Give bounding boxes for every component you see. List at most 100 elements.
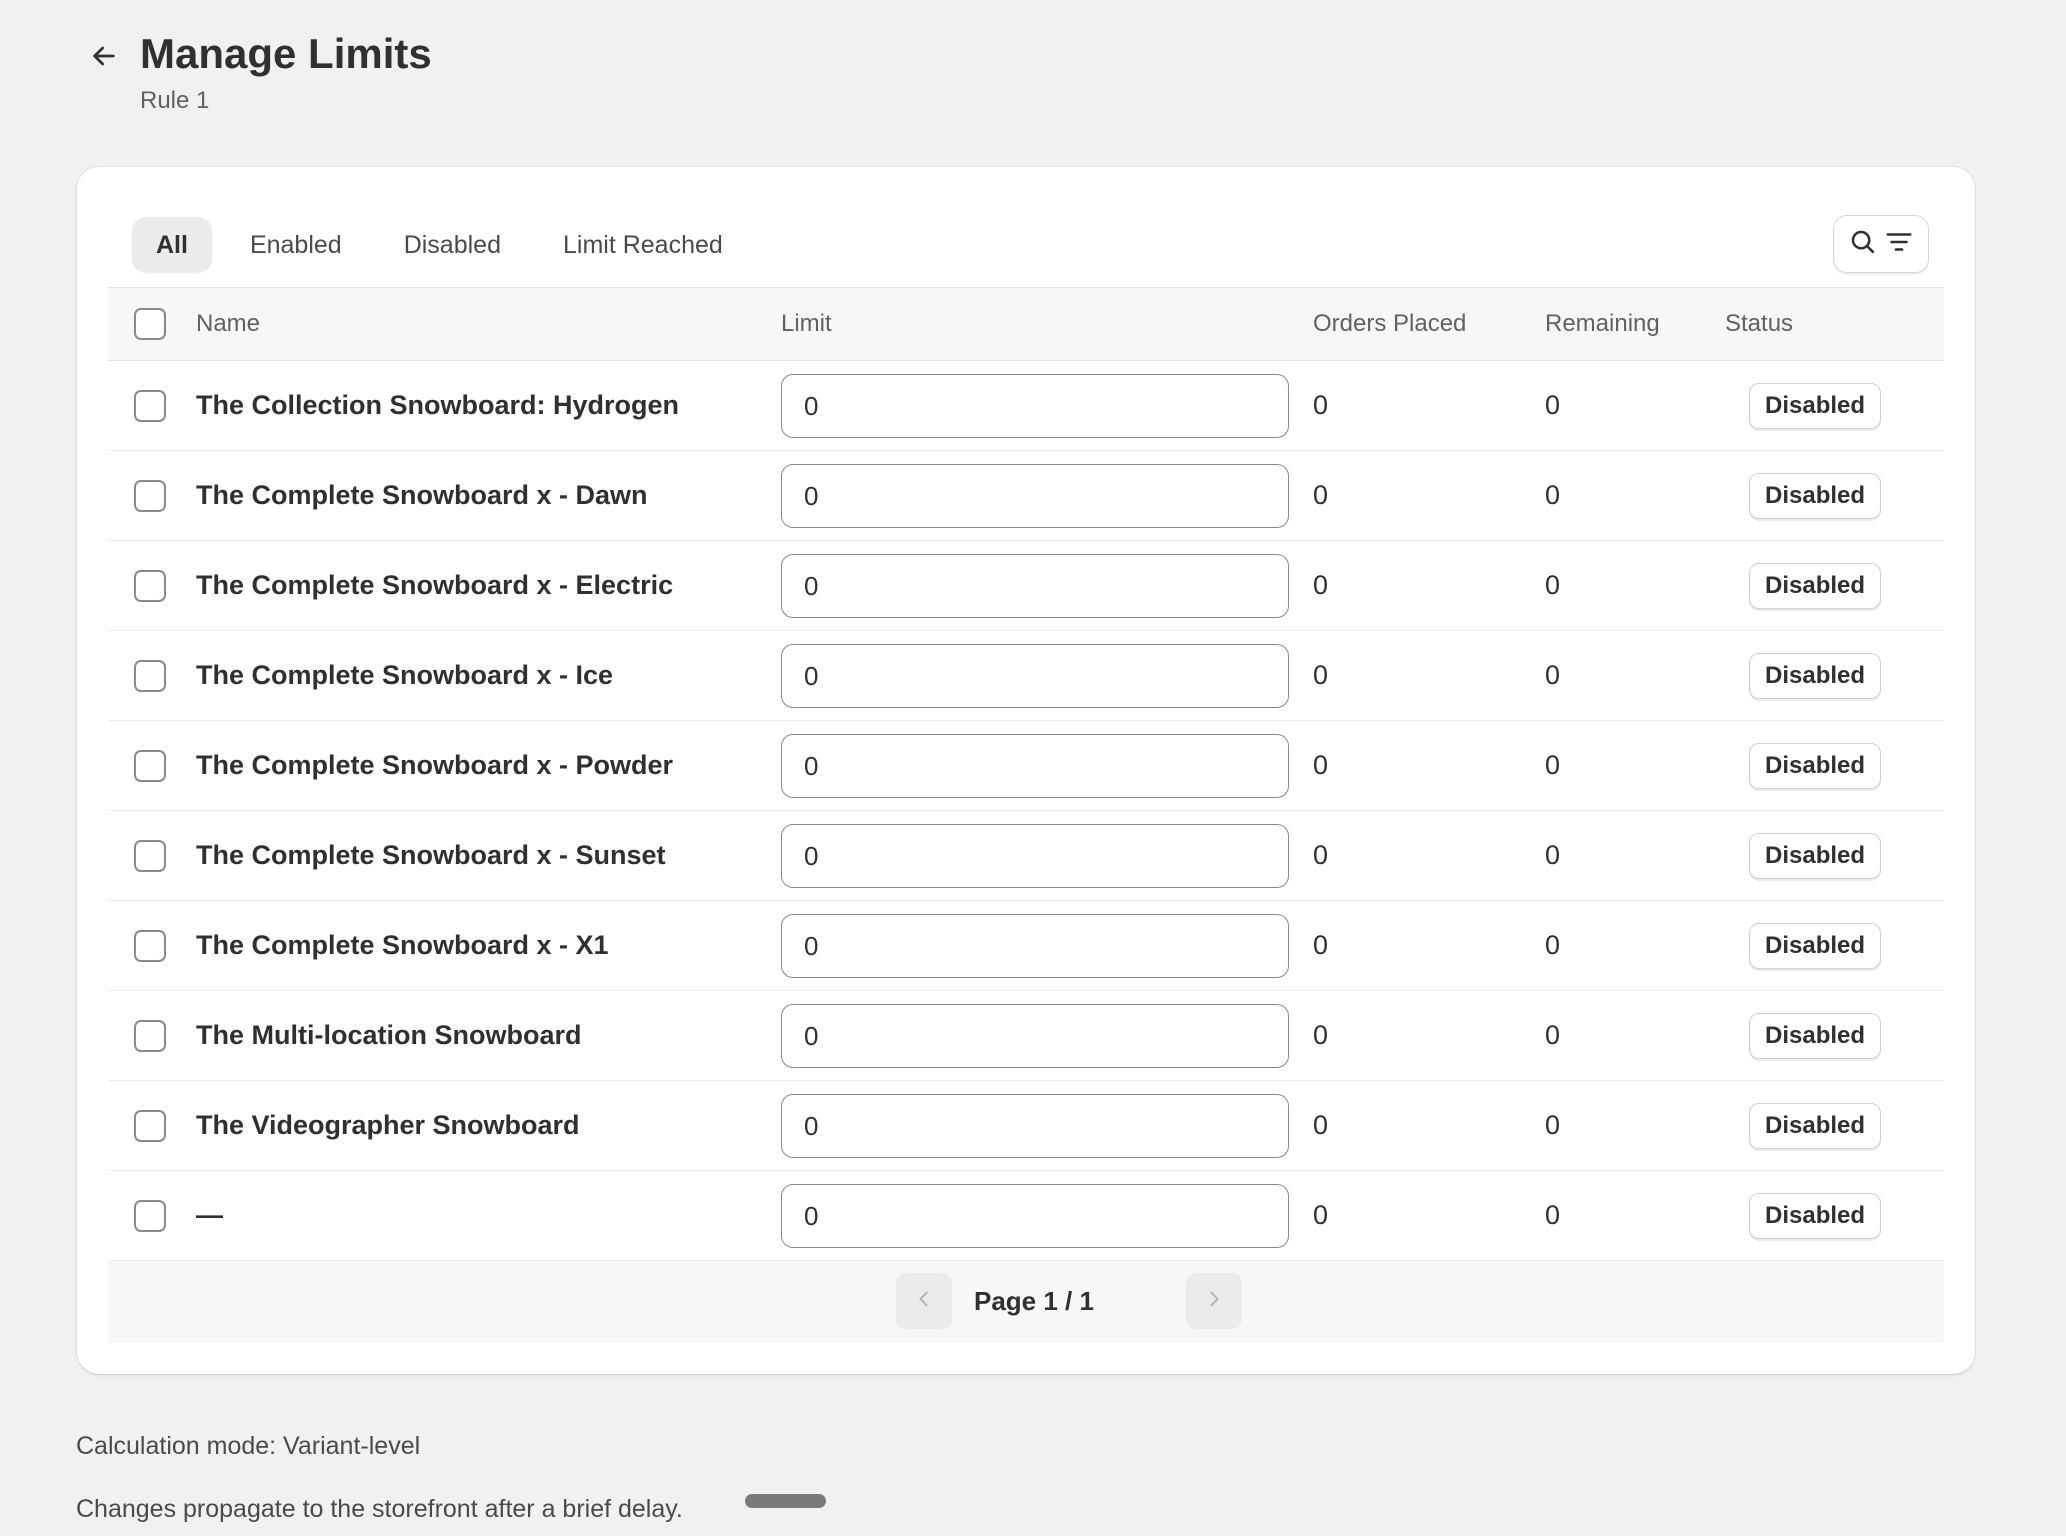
row-checkbox[interactable] bbox=[134, 479, 166, 512]
remaining-value: 0 bbox=[1545, 569, 1561, 600]
search-icon bbox=[1848, 227, 1878, 262]
table-row: The Complete Snowboard x - Sunset 0 0 Disab… bbox=[108, 811, 1944, 901]
orders-placed-value: 0 bbox=[1313, 1199, 1329, 1230]
status-badge[interactable]: Disabled bbox=[1749, 743, 1882, 789]
row-checkbox[interactable] bbox=[134, 389, 166, 422]
status-badge[interactable]: Disabled bbox=[1749, 563, 1882, 609]
table-row: The Multi-location Snowboard 0 0 Disabled bbox=[108, 991, 1944, 1081]
limit-input[interactable] bbox=[781, 644, 1289, 708]
remaining-value: 0 bbox=[1545, 929, 1561, 960]
table-row: The Complete Snowboard x - Electric 0 0 Dis… bbox=[108, 541, 1944, 631]
status-badge[interactable]: Disabled bbox=[1749, 1193, 1882, 1239]
status-badge[interactable]: Disabled bbox=[1749, 383, 1882, 429]
table-row: The Complete Snowboard x - Ice 0 0 Disabled bbox=[108, 631, 1944, 721]
status-badge[interactable]: Disabled bbox=[1749, 923, 1882, 969]
column-header-remaining[interactable]: Remaining bbox=[1545, 288, 1660, 360]
page-indicator: Page 1 / 1 bbox=[974, 1285, 1094, 1316]
remaining-value: 0 bbox=[1545, 479, 1561, 510]
remaining-value: 0 bbox=[1545, 389, 1561, 420]
table-body: The Collection Snowboard: Hydrogen 0 0 Disa… bbox=[108, 361, 1944, 1261]
limit-input[interactable] bbox=[781, 1094, 1289, 1158]
next-page-button[interactable] bbox=[1186, 1273, 1242, 1329]
product-name: The Complete Snowboard x - Ice bbox=[196, 659, 614, 690]
limit-input[interactable] bbox=[781, 374, 1289, 438]
orders-placed-value: 0 bbox=[1313, 839, 1329, 870]
page-title: Manage Limits bbox=[140, 30, 432, 77]
limit-input[interactable] bbox=[781, 914, 1289, 978]
limits-card: All Enabled Disabled Limit Reached Name … bbox=[77, 167, 1975, 1374]
product-name: — bbox=[196, 1199, 223, 1230]
column-header-name[interactable]: Name bbox=[196, 288, 260, 360]
product-name: The Multi-location Snowboard bbox=[196, 1019, 582, 1050]
status-badge[interactable]: Disabled bbox=[1749, 473, 1882, 519]
orders-placed-value: 0 bbox=[1313, 1109, 1329, 1140]
remaining-value: 0 bbox=[1545, 1109, 1561, 1140]
row-checkbox[interactable] bbox=[134, 1109, 166, 1142]
previous-page-button[interactable] bbox=[896, 1273, 952, 1329]
chevron-left-icon bbox=[913, 1288, 935, 1315]
row-checkbox[interactable] bbox=[134, 569, 166, 602]
product-name: The Complete Snowboard x - Powder bbox=[196, 749, 674, 780]
row-checkbox[interactable] bbox=[134, 1019, 166, 1052]
filter-tabs: All Enabled Disabled Limit Reached bbox=[132, 217, 747, 273]
orders-placed-value: 0 bbox=[1313, 569, 1329, 600]
column-header-limit[interactable]: Limit bbox=[781, 288, 832, 360]
limits-table: Name Limit Orders Placed Remaining Statu… bbox=[108, 287, 1944, 1343]
table-row: The Complete Snowboard x - Powder 0 0 Disab… bbox=[108, 721, 1944, 811]
chevron-right-icon bbox=[1203, 1288, 1225, 1315]
back-button[interactable] bbox=[82, 36, 126, 80]
remaining-value: 0 bbox=[1545, 749, 1561, 780]
page-subtitle: Rule 1 bbox=[140, 87, 210, 114]
status-badge[interactable]: Disabled bbox=[1749, 1103, 1882, 1149]
orders-placed-value: 0 bbox=[1313, 749, 1329, 780]
calculation-mode-text: Calculation mode: Variant-level bbox=[76, 1432, 421, 1460]
row-checkbox[interactable] bbox=[134, 1199, 166, 1232]
propagation-note: Changes propagate to the storefront afte… bbox=[76, 1495, 683, 1523]
search-filter-button[interactable] bbox=[1833, 215, 1929, 273]
tab-enabled[interactable]: Enabled bbox=[226, 217, 366, 273]
tab-all[interactable]: All bbox=[132, 217, 212, 273]
remaining-value: 0 bbox=[1545, 1019, 1561, 1050]
limit-input[interactable] bbox=[781, 464, 1289, 528]
table-row: — 0 0 Disabled bbox=[108, 1171, 1944, 1261]
table-row: The Complete Snowboard x - Dawn 0 0 Disable… bbox=[108, 451, 1944, 541]
row-checkbox[interactable] bbox=[134, 749, 166, 782]
limit-input[interactable] bbox=[781, 824, 1289, 888]
arrow-left-icon bbox=[88, 40, 120, 77]
table-header: Name Limit Orders Placed Remaining Statu… bbox=[108, 287, 1944, 361]
orders-placed-value: 0 bbox=[1313, 659, 1329, 690]
table-row: The Videographer Snowboard 0 0 Disabled bbox=[108, 1081, 1944, 1171]
status-badge[interactable]: Disabled bbox=[1749, 1013, 1882, 1059]
product-name: The Videographer Snowboard bbox=[196, 1109, 580, 1140]
limit-input[interactable] bbox=[781, 554, 1289, 618]
limit-input[interactable] bbox=[781, 1184, 1289, 1248]
table-row: The Complete Snowboard x - X1 0 0 Disabled bbox=[108, 901, 1944, 991]
column-header-orders-placed[interactable]: Orders Placed bbox=[1313, 288, 1466, 360]
tab-disabled[interactable]: Disabled bbox=[380, 217, 525, 273]
filter-icon bbox=[1884, 227, 1914, 262]
manage-limits-page: Manage Limits Rule 1 All Enabled Disable… bbox=[0, 0, 2066, 1536]
remaining-value: 0 bbox=[1545, 1199, 1561, 1230]
orders-placed-value: 0 bbox=[1313, 479, 1329, 510]
column-header-status[interactable]: Status bbox=[1725, 288, 1793, 360]
select-all-checkbox[interactable] bbox=[134, 308, 166, 340]
pagination-bar: Page 1 / 1 bbox=[108, 1261, 1944, 1343]
remaining-value: 0 bbox=[1545, 839, 1561, 870]
status-badge[interactable]: Disabled bbox=[1749, 833, 1882, 879]
orders-placed-value: 0 bbox=[1313, 1019, 1329, 1050]
tab-limit-reached[interactable]: Limit Reached bbox=[539, 217, 747, 273]
product-name: The Complete Snowboard x - Electric bbox=[196, 569, 674, 600]
orders-placed-value: 0 bbox=[1313, 929, 1329, 960]
row-checkbox[interactable] bbox=[134, 929, 166, 962]
scroll-handle[interactable] bbox=[745, 1494, 826, 1508]
product-name: The Collection Snowboard: Hydrogen bbox=[196, 389, 680, 420]
product-name: The Complete Snowboard x - Sunset bbox=[196, 839, 666, 870]
product-name: The Complete Snowboard x - X1 bbox=[196, 929, 609, 960]
product-name: The Complete Snowboard x - Dawn bbox=[196, 479, 648, 510]
row-checkbox[interactable] bbox=[134, 659, 166, 692]
row-checkbox[interactable] bbox=[134, 839, 166, 872]
remaining-value: 0 bbox=[1545, 659, 1561, 690]
limit-input[interactable] bbox=[781, 734, 1289, 798]
status-badge[interactable]: Disabled bbox=[1749, 653, 1882, 699]
limit-input[interactable] bbox=[781, 1004, 1289, 1068]
